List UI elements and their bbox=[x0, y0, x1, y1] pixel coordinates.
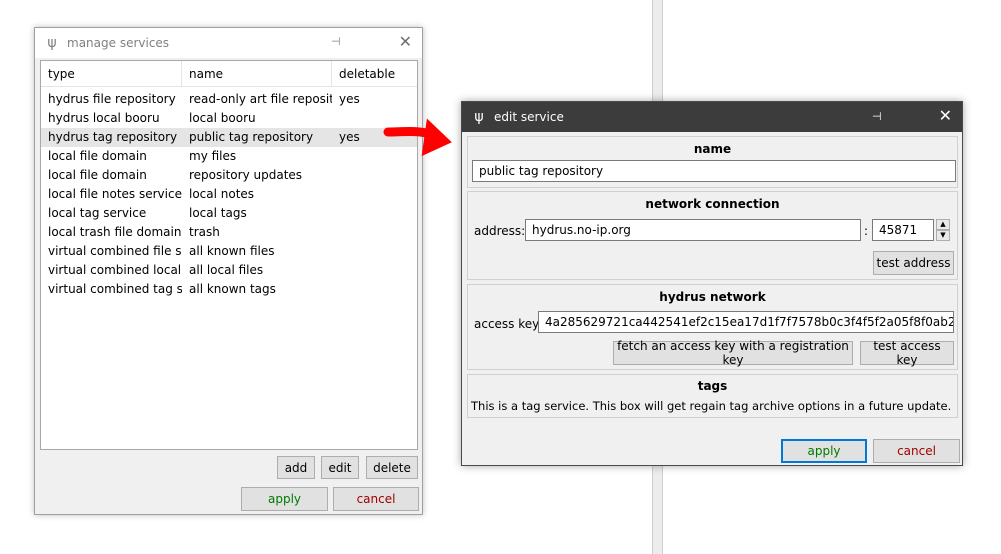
row-name: my files bbox=[189, 149, 237, 163]
pin-icon[interactable]: ⊣ bbox=[331, 35, 341, 48]
row-name: read-only art file reposit... bbox=[189, 92, 332, 106]
row-name: all known files bbox=[189, 244, 275, 258]
row-type: local tag service bbox=[48, 206, 147, 220]
delete-button[interactable]: delete bbox=[366, 456, 418, 479]
row-deletable bbox=[332, 185, 416, 204]
name-panel: name public tag repository bbox=[467, 136, 958, 188]
panel-title: network connection bbox=[645, 197, 780, 211]
row-type: hydrus tag repository bbox=[48, 130, 178, 144]
spin-down-icon[interactable]: ▼ bbox=[936, 230, 950, 241]
row-deletable bbox=[332, 223, 416, 242]
list-row[interactable]: virtual combined tag s... all known tags bbox=[41, 280, 417, 299]
app-icon: ψ bbox=[474, 109, 484, 125]
port-input[interactable]: 45871 bbox=[872, 219, 934, 241]
row-type: virtual combined tag s... bbox=[48, 282, 182, 296]
column-header-type[interactable]: type bbox=[41, 61, 182, 86]
row-deletable bbox=[332, 204, 416, 223]
row-type: virtual combined local ... bbox=[48, 263, 182, 277]
row-name: all local files bbox=[189, 263, 264, 277]
add-button[interactable]: add bbox=[277, 456, 315, 479]
list-row[interactable]: local tag service local tags bbox=[41, 204, 417, 223]
network-connection-panel: network connection address: hydrus.no-ip… bbox=[467, 191, 958, 280]
row-type: local file domain bbox=[48, 149, 147, 163]
red-arrow-annotation bbox=[383, 118, 452, 157]
row-name: repository updates bbox=[189, 168, 303, 182]
cancel-button[interactable]: cancel bbox=[333, 487, 419, 511]
list-row-selected[interactable]: hydrus tag repository public tag reposit… bbox=[41, 128, 417, 147]
test-address-button[interactable]: test address bbox=[873, 251, 954, 275]
address-label: address: bbox=[474, 224, 526, 238]
list-row[interactable]: local file domain repository updates bbox=[41, 166, 417, 185]
panel-title: hydrus network bbox=[659, 290, 766, 304]
row-name: local tags bbox=[189, 206, 247, 220]
window-title: manage services bbox=[67, 36, 170, 50]
list-row[interactable]: virtual combined file se... all known fi… bbox=[41, 242, 417, 261]
apply-button[interactable]: apply bbox=[241, 487, 328, 511]
row-name: local notes bbox=[189, 187, 255, 201]
list-row[interactable]: hydrus local booru local booru bbox=[41, 109, 417, 128]
name-input[interactable]: public tag repository bbox=[472, 160, 956, 182]
port-separator: : bbox=[864, 224, 869, 238]
cancel-button[interactable]: cancel bbox=[873, 439, 960, 463]
row-deletable bbox=[332, 166, 416, 185]
services-list[interactable]: type name deletable hydrus file reposito… bbox=[40, 60, 418, 450]
row-deletable: yes bbox=[339, 92, 360, 106]
row-type: virtual combined file se... bbox=[48, 244, 182, 258]
column-header-name[interactable]: name bbox=[182, 61, 332, 86]
spin-up-icon[interactable]: ▲ bbox=[936, 219, 950, 230]
tags-panel: tags This is a tag service. This box wil… bbox=[467, 374, 958, 418]
row-deletable bbox=[332, 261, 416, 280]
row-type: local file notes service bbox=[48, 187, 182, 201]
address-input[interactable]: hydrus.no-ip.org bbox=[525, 219, 861, 241]
row-type: hydrus file repository bbox=[48, 92, 176, 106]
row-type: local trash file domain bbox=[48, 225, 182, 239]
app-icon: ψ bbox=[47, 35, 57, 51]
column-header-deletable[interactable]: deletable bbox=[332, 61, 416, 86]
list-row[interactable]: hydrus file repository read-only art fil… bbox=[41, 90, 417, 109]
window-title: edit service bbox=[494, 110, 564, 124]
access-key-label: access key: bbox=[474, 317, 543, 331]
access-key-input[interactable]: 4a285629721ca442541ef2c15ea17d1f7f7578b0… bbox=[538, 311, 954, 333]
test-access-key-button[interactable]: test access key bbox=[860, 339, 954, 367]
apply-button[interactable]: apply bbox=[781, 439, 867, 463]
row-name: local booru bbox=[189, 111, 256, 125]
row-type: hydrus local booru bbox=[48, 111, 160, 125]
list-row[interactable]: local trash file domain trash bbox=[41, 223, 417, 242]
row-name: all known tags bbox=[189, 282, 276, 296]
manage-services-titlebar[interactable]: ψ manage services ⊣ ✕ bbox=[35, 28, 422, 58]
edit-service-window: ψ edit service ⊣ ✕ name public tag repos… bbox=[461, 101, 963, 466]
edit-button[interactable]: edit bbox=[321, 456, 359, 479]
list-row[interactable]: local file domain my files bbox=[41, 147, 417, 166]
row-type: local file domain bbox=[48, 168, 147, 182]
row-deletable bbox=[332, 242, 416, 261]
port-spinner[interactable]: ▲ ▼ bbox=[936, 219, 950, 241]
row-name: public tag repository bbox=[189, 130, 314, 144]
list-row[interactable]: virtual combined local ... all local fil… bbox=[41, 261, 417, 280]
close-icon[interactable]: ✕ bbox=[939, 108, 952, 124]
manage-services-window: ψ manage services ⊣ ✕ type name deletabl… bbox=[34, 27, 423, 515]
close-icon[interactable]: ✕ bbox=[399, 34, 412, 50]
pin-icon[interactable]: ⊣ bbox=[872, 110, 882, 123]
row-deletable bbox=[332, 280, 416, 299]
edit-service-titlebar[interactable]: ψ edit service ⊣ ✕ bbox=[462, 102, 962, 132]
panel-title: name bbox=[693, 142, 732, 156]
tags-description: This is a tag service. This box will get… bbox=[471, 399, 952, 413]
hydrus-network-panel: hydrus network access key: 4a285629721ca… bbox=[467, 284, 958, 370]
list-header: type name deletable bbox=[41, 61, 417, 87]
row-name: trash bbox=[189, 225, 220, 239]
fetch-access-key-button[interactable]: fetch an access key with a registration … bbox=[613, 339, 853, 367]
panel-title: tags bbox=[697, 379, 728, 393]
list-row[interactable]: local file notes service local notes bbox=[41, 185, 417, 204]
